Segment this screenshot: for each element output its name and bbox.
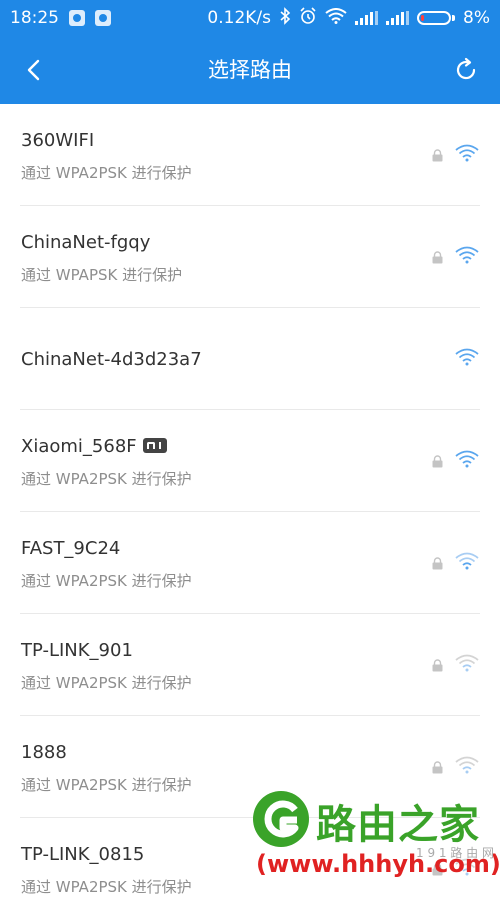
- wifi-signal-icon: [455, 348, 479, 366]
- router-home-logo-icon: [253, 791, 309, 847]
- refresh-button[interactable]: [446, 50, 486, 90]
- network-ssid: ChinaNet-4d3d23a7: [21, 349, 202, 370]
- battery-icon: [417, 11, 456, 25]
- shield-notification-icon: [69, 10, 85, 26]
- network-security: 通过 WPA2PSK 进行保护: [21, 470, 192, 488]
- network-security: 通过 WPA2PSK 进行保护: [21, 776, 192, 794]
- app-bar: 选择路由: [0, 36, 500, 104]
- lock-icon: [432, 149, 443, 162]
- network-row[interactable]: TP-LINK_901 通过 WPA2PSK 进行保护: [0, 614, 500, 716]
- network-row[interactable]: Xiaomi_568F 通过 WPA2PSK 进行保护: [0, 410, 500, 512]
- network-row[interactable]: FAST_9C24 通过 WPA2PSK 进行保护: [0, 512, 500, 614]
- network-ssid: ChinaNet-fgqy: [21, 232, 151, 253]
- network-ssid: FAST_9C24: [21, 538, 121, 559]
- network-security: 通过 WPA2PSK 进行保护: [21, 572, 192, 590]
- watermark-title: 路由之家: [316, 802, 480, 848]
- network-security: 通过 WPA2PSK 进行保护: [21, 164, 192, 182]
- alarm-icon: [299, 6, 317, 30]
- lock-icon: [432, 557, 443, 570]
- status-time: 18:25: [10, 8, 59, 28]
- wifi-signal-icon: [455, 552, 479, 570]
- network-ssid: Xiaomi_568F: [21, 436, 137, 457]
- status-bar: 18:25 0.12K/s 8%: [0, 0, 500, 36]
- network-row[interactable]: 360WIFI 通过 WPA2PSK 进行保护: [0, 104, 500, 206]
- wifi-status-icon: [325, 7, 347, 29]
- cloud-notification-icon: [95, 10, 111, 26]
- network-ssid: 1888: [21, 742, 67, 763]
- signal-icon: [355, 11, 379, 25]
- page-title: 选择路由: [208, 58, 292, 82]
- lock-icon: [432, 659, 443, 672]
- watermark-sub: 1 9 1 路 由 网: [416, 846, 494, 860]
- mi-router-badge-icon: [142, 437, 167, 453]
- wifi-signal-icon: [455, 144, 479, 162]
- signal-icon-2: [386, 11, 410, 25]
- network-ssid: TP-LINK_0815: [21, 844, 145, 865]
- wifi-signal-icon: [455, 756, 479, 774]
- wifi-signal-icon: [455, 654, 479, 672]
- network-row[interactable]: ChinaNet-4d3d23a7: [0, 308, 500, 410]
- network-security: 通过 WPA2PSK 进行保护: [21, 674, 192, 692]
- lock-icon: [432, 761, 443, 774]
- wifi-signal-icon: [455, 246, 479, 264]
- network-row[interactable]: ChinaNet-fgqy 通过 WPAPSK 进行保护: [0, 206, 500, 308]
- watermark: 路由之家 (www.hhhyh.com) 1 9 1 路 由 网: [248, 786, 500, 889]
- network-security: 通过 WPAPSK 进行保护: [21, 266, 183, 284]
- lock-icon: [432, 455, 443, 468]
- network-ssid: 360WIFI: [21, 130, 95, 151]
- network-speed: 0.12K/s: [207, 8, 272, 28]
- network-ssid: TP-LINK_901: [21, 640, 133, 661]
- network-security: 通过 WPA2PSK 进行保护: [21, 878, 192, 896]
- bluetooth-icon: [279, 6, 291, 30]
- wifi-signal-icon: [455, 450, 479, 468]
- refresh-icon: [456, 57, 476, 80]
- network-ssid-wrap: Xiaomi_568F: [21, 436, 167, 457]
- lock-icon: [432, 251, 443, 264]
- battery-percent: 8%: [463, 8, 490, 28]
